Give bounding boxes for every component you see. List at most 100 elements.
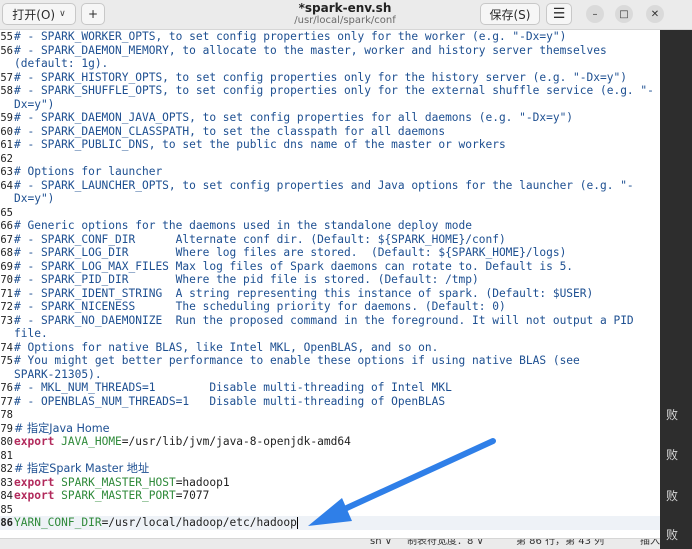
code-text: # - MKL_NUM_THREADS=1 Disable multi-thre… [14,381,452,394]
code-text: # - OPENBLAS_NUM_THREADS=1 Disable multi… [14,394,446,408]
line-number: 86 [0,517,13,529]
new-tab-button[interactable]: + [81,3,105,25]
code-line[interactable]: 72# - SPARK_NICENESS The scheduling prio… [0,300,660,314]
code-line[interactable]: file. [0,327,660,341]
line-number: 67 [0,233,13,246]
line-number: 83 [0,476,13,489]
code-line[interactable]: 58# - SPARK_SHUFFLE_OPTS, to set config … [0,84,660,98]
code-line[interactable]: 59# - SPARK_DAEMON_JAVA_OPTS, to set con… [0,111,660,125]
code-line[interactable]: Dx=y") [0,98,660,112]
line-number: 73 [0,314,13,327]
code-line[interactable]: 66# Generic options for the daemons used… [0,219,660,233]
maximize-icon: □ [619,8,629,20]
line-number: 62 [0,152,13,165]
language-selector[interactable]: sh ∨ [370,539,392,549]
window-title: *spark-env.sh [298,1,392,15]
insert-mode[interactable]: 插入 [640,539,660,549]
line-number: 61 [0,139,13,151]
code-line[interactable]: 69# - SPARK_LOG_MAX_FILES Max log files … [0,260,660,274]
code-line[interactable]: 81 [0,449,660,463]
code-line[interactable]: 77# - OPENBLAS_NUM_THREADS=1 Disable mul… [0,395,660,409]
file-path: /usr/local/spark/conf [294,15,396,26]
code-line[interactable]: 63# Options for launcher [0,165,660,179]
code-line[interactable]: 78 [0,408,660,422]
terminal-text: 败 [666,448,679,462]
code-line[interactable]: Dx=y") [0,192,660,206]
open-button[interactable]: 打开(O) ∨ [2,3,76,25]
text-editor[interactable]: 55# - SPARK_WORKER_OPTS, to set config p… [0,30,660,538]
code-line[interactable]: 79# 指定Java Home [0,422,660,436]
code-line[interactable]: 86YARN_CONF_DIR=/usr/local/hadoop/etc/ha… [0,516,660,530]
variable-value: =/usr/local/hadoop/etc/hadoop [101,516,297,529]
code-line[interactable]: 80export JAVA_HOME=/usr/lib/jvm/java-8-o… [0,435,660,449]
line-number: 77 [0,395,13,408]
code-line[interactable]: 64# - SPARK_LAUNCHER_OPTS, to set config… [0,179,660,193]
code-line[interactable]: 70# - SPARK_PID_DIR Where the pid file i… [0,273,660,287]
code-line[interactable]: 83export SPARK_MASTER_HOST=hadoop1 [0,476,660,490]
window-title-block: *spark-env.sh /usr/local/spark/conf [250,1,440,27]
code-line[interactable]: 85 [0,503,660,517]
terminal-text: 败 [666,408,679,422]
code-line[interactable]: 57# - SPARK_HISTORY_OPTS, to set config … [0,71,660,85]
code-text: # Options for native BLAS, like Intel MK… [14,340,439,354]
code-line[interactable]: SPARK-21305). [0,368,660,382]
code-text: (default: 1g). [14,57,109,70]
line-number: 78 [0,409,13,421]
code-line[interactable]: 74# Options for native BLAS, like Intel … [0,341,660,355]
line-number: 58 [0,85,13,97]
code-text: # You might get better performance to en… [14,354,580,367]
code-line[interactable]: 73# - SPARK_NO_DAEMONIZE Run the propose… [0,314,660,328]
line-number: 82 [0,463,13,475]
maximize-button[interactable]: □ [615,5,633,23]
line-number: 59 [0,112,13,124]
save-button[interactable]: 保存(S) [480,3,540,25]
code-line[interactable]: 68# - SPARK_LOG_DIR Where log files are … [0,246,660,260]
line-number: 70 [0,274,13,286]
code-line[interactable]: 75# You might get better performance to … [0,354,660,368]
code-line[interactable]: 67# - SPARK_CONF_DIR Alternate conf dir.… [0,233,660,247]
close-button[interactable]: ✕ [646,5,664,23]
code-line[interactable]: 76# - MKL_NUM_THREADS=1 Disable multi-th… [0,381,660,395]
line-number: 64 [0,179,13,192]
close-icon: ✕ [650,8,660,20]
keyword: export [14,475,55,489]
code-line[interactable]: 82# 指定Spark Master 地址 [0,462,660,476]
code-line[interactable]: 62 [0,152,660,166]
line-number: 84 [0,490,13,502]
code-text: # - SPARK_DAEMON_JAVA_OPTS, to set confi… [14,111,574,124]
save-label: 保存(S) [489,7,531,22]
hamburger-menu-button[interactable]: ☰ [546,3,572,25]
code-line[interactable]: 55# - SPARK_WORKER_OPTS, to set config p… [0,30,660,44]
code-text: # - SPARK_DAEMON_MEMORY, to allocate to … [14,43,607,57]
code-line[interactable]: 60# - SPARK_DAEMON_CLASSPATH, to set the… [0,125,660,139]
line-number: 74 [0,341,13,354]
code-text: # - SPARK_CONF_DIR Alternate conf dir. (… [14,232,506,246]
line-number: 63 [0,166,13,178]
code-text: # - SPARK_LOG_DIR Where log files are st… [14,246,567,259]
minimize-button[interactable]: – [586,5,604,23]
tab-width-selector[interactable]: 制表符宽度：8 ∨ [407,539,484,549]
line-number: 76 [0,382,13,394]
code-line[interactable]: 61# - SPARK_PUBLIC_DNS, to set the publi… [0,138,660,152]
code-line[interactable]: (default: 1g). [0,57,660,71]
variable-name: SPARK_MASTER_HOST [61,475,176,489]
code-line[interactable]: 71# - SPARK_IDENT_STRING A string repres… [0,287,660,301]
line-number: 71 [0,287,13,300]
status-bar: sh ∨ 制表符宽度：8 ∨ 第 86 行，第 43 列 插入 [0,538,660,549]
code-line[interactable]: 56# - SPARK_DAEMON_MEMORY, to allocate t… [0,44,660,58]
variable-value: =/usr/lib/jvm/java-8-openjdk-amd64 [121,435,351,448]
code-line[interactable]: 84export SPARK_MASTER_PORT=7077 [0,489,660,503]
code-text: # Generic options for the daemons used i… [14,219,473,232]
variable-name: SPARK_MASTER_PORT [61,489,176,502]
code-text: # - SPARK_WORKER_OPTS, to set config pro… [14,30,567,43]
code-line[interactable]: 65 [0,206,660,220]
cursor-position[interactable]: 第 86 行，第 43 列 [516,539,604,549]
code-text: Dx=y") [14,97,55,111]
code-text: # - SPARK_NO_DAEMONIZE Run the proposed … [14,313,634,327]
line-number: 55 [0,31,13,43]
terminal-text: 败 [666,489,679,503]
variable-value: =hadoop1 [175,475,230,489]
code-text: # - SPARK_HISTORY_OPTS, to set config pr… [14,70,627,84]
open-label: 打开(O) [12,7,56,22]
chevron-down-icon: ∨ [59,9,66,19]
